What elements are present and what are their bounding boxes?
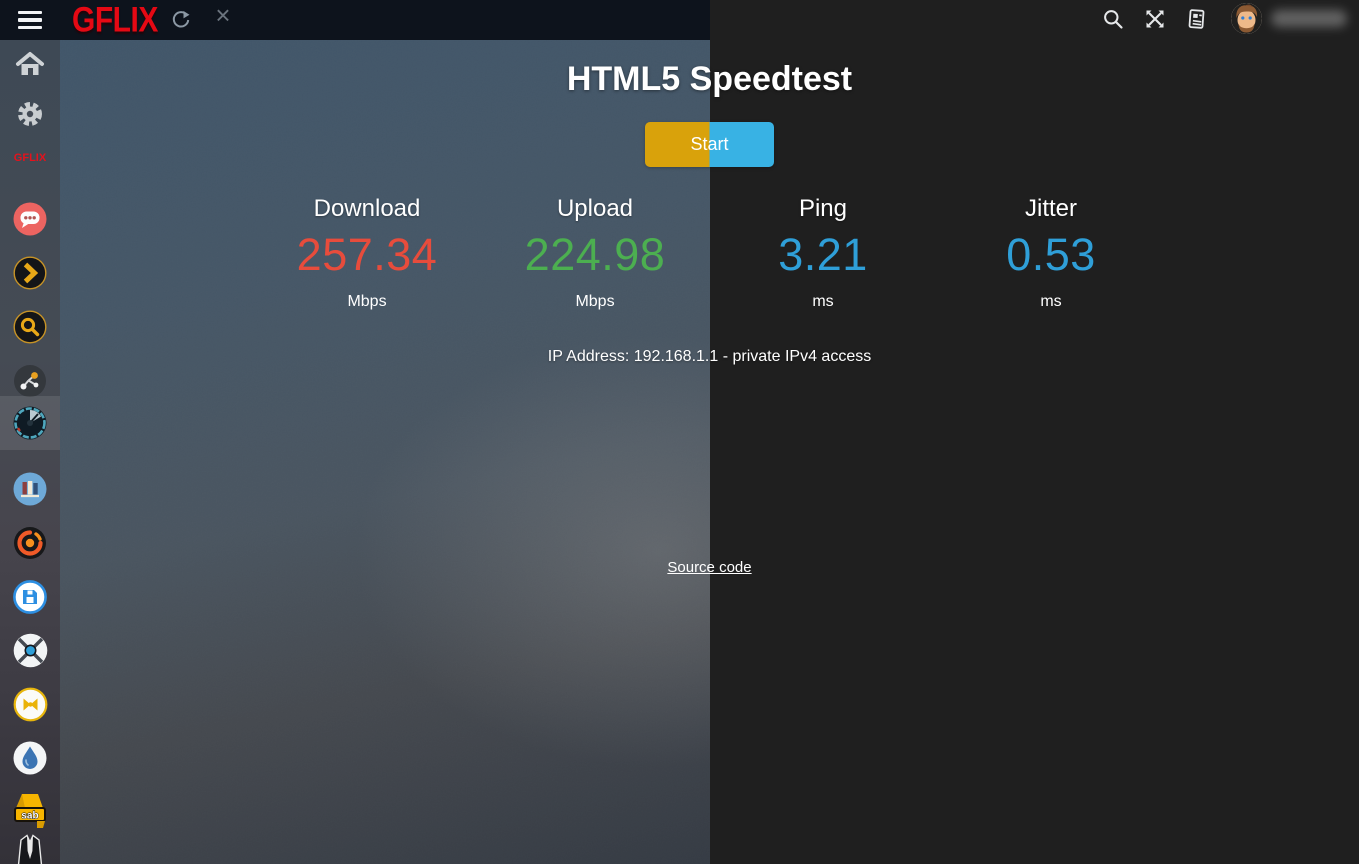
- floppy-disk-icon: [13, 580, 47, 614]
- upload-unit: Mbps: [481, 293, 709, 311]
- sab-label: sab: [21, 811, 38, 822]
- sidebar-item-home[interactable]: [0, 40, 60, 92]
- sidebar-item-sonarr[interactable]: [0, 623, 60, 677]
- radarr-bowtie-icon: [13, 687, 48, 722]
- results-row: Download 257.34 Mbps Upload 224.98 Mbps …: [253, 195, 1165, 311]
- download-label: Download: [253, 195, 481, 223]
- sidebar-item-grafana[interactable]: [0, 516, 60, 570]
- graph-nodes-icon: [13, 364, 47, 398]
- fullscreen-icon: [1144, 8, 1166, 30]
- ping-result: Ping 3.21 ms: [709, 195, 937, 311]
- sidebar-item-radarr[interactable]: [0, 677, 60, 731]
- chat-bubble-icon: [13, 202, 47, 236]
- sidebar-item-jackett[interactable]: [0, 836, 60, 864]
- download-unit: Mbps: [253, 293, 481, 311]
- sidebar-item-books[interactable]: [0, 462, 60, 516]
- sidebar-item-speedtest[interactable]: [0, 396, 60, 450]
- menu-icon[interactable]: [18, 11, 42, 29]
- sab-hat-icon: sab: [11, 791, 49, 831]
- search-button[interactable]: [1100, 6, 1126, 32]
- ping-unit: ms: [709, 293, 937, 311]
- jitter-unit: ms: [937, 293, 1165, 311]
- jacket-icon: [13, 833, 47, 864]
- bookshelf-icon: [13, 472, 47, 506]
- gflix-mini-logo: GFLIX: [14, 152, 46, 164]
- close-button[interactable]: ×: [210, 2, 236, 28]
- sidebar-item-plex[interactable]: [0, 246, 60, 300]
- sidebar-item-settings[interactable]: [0, 87, 60, 141]
- avatar-memoji-icon: [1231, 3, 1262, 34]
- sidebar-item-gflix[interactable]: GFLIX: [0, 144, 60, 172]
- sidebar-item-deluge[interactable]: [0, 731, 60, 785]
- jitter-result: Jitter 0.53 ms: [937, 195, 1165, 311]
- upload-result: Upload 224.98 Mbps: [481, 195, 709, 311]
- gflix-logo[interactable]: GFLIX: [72, 1, 158, 41]
- grafana-swirl-icon: [13, 526, 47, 560]
- close-icon: ×: [215, 0, 230, 31]
- home-icon: [15, 51, 45, 79]
- source-code-link[interactable]: Source code: [667, 559, 751, 576]
- speed-gauge-icon: [12, 405, 48, 441]
- refresh-button[interactable]: [168, 7, 194, 33]
- fullscreen-button[interactable]: [1142, 6, 1168, 32]
- gear-icon: [13, 97, 47, 131]
- speedtest-panel: HTML5 Speedtest Start Download 257.34 Mb…: [60, 40, 1359, 864]
- water-drop-icon: [13, 741, 47, 775]
- app-window: HTML5 Speedtest Start Download 257.34 Mb…: [0, 0, 1359, 864]
- ping-value: 3.21: [709, 231, 937, 278]
- topbar: GFLIX ×: [0, 0, 710, 40]
- jitter-value: 0.53: [937, 231, 1165, 278]
- jitter-label: Jitter: [937, 195, 1165, 223]
- upload-value: 224.98: [481, 231, 709, 278]
- gold-magnifier-icon: [13, 310, 47, 344]
- download-result: Download 257.34 Mbps: [253, 195, 481, 311]
- ip-address-line: IP Address: 192.168.1.1 - private IPv4 a…: [60, 348, 1359, 366]
- source-code-link-wrap: Source code: [60, 559, 1359, 576]
- sidebar-item-requests-chat[interactable]: [0, 192, 60, 246]
- search-icon: [1102, 8, 1124, 30]
- changelog-button[interactable]: [1184, 6, 1210, 32]
- sidebar-item-indexer-search[interactable]: [0, 300, 60, 354]
- upload-label: Upload: [481, 195, 709, 223]
- refresh-icon: [170, 9, 192, 31]
- username-blurred: [1271, 10, 1347, 27]
- changelog-icon: [1186, 8, 1208, 30]
- plex-chevron-icon: [13, 256, 47, 290]
- user-avatar[interactable]: [1231, 3, 1262, 34]
- ping-label: Ping: [709, 195, 937, 223]
- sonarr-target-icon: [13, 633, 48, 668]
- page-title: HTML5 Speedtest: [60, 60, 1359, 99]
- sidebar-item-backup[interactable]: [0, 570, 60, 624]
- sidebar-item-sabnzbd[interactable]: sab: [0, 782, 60, 840]
- sidebar: GFLIX: [0, 40, 60, 864]
- download-value: 257.34: [253, 231, 481, 278]
- start-button[interactable]: Start: [645, 122, 774, 167]
